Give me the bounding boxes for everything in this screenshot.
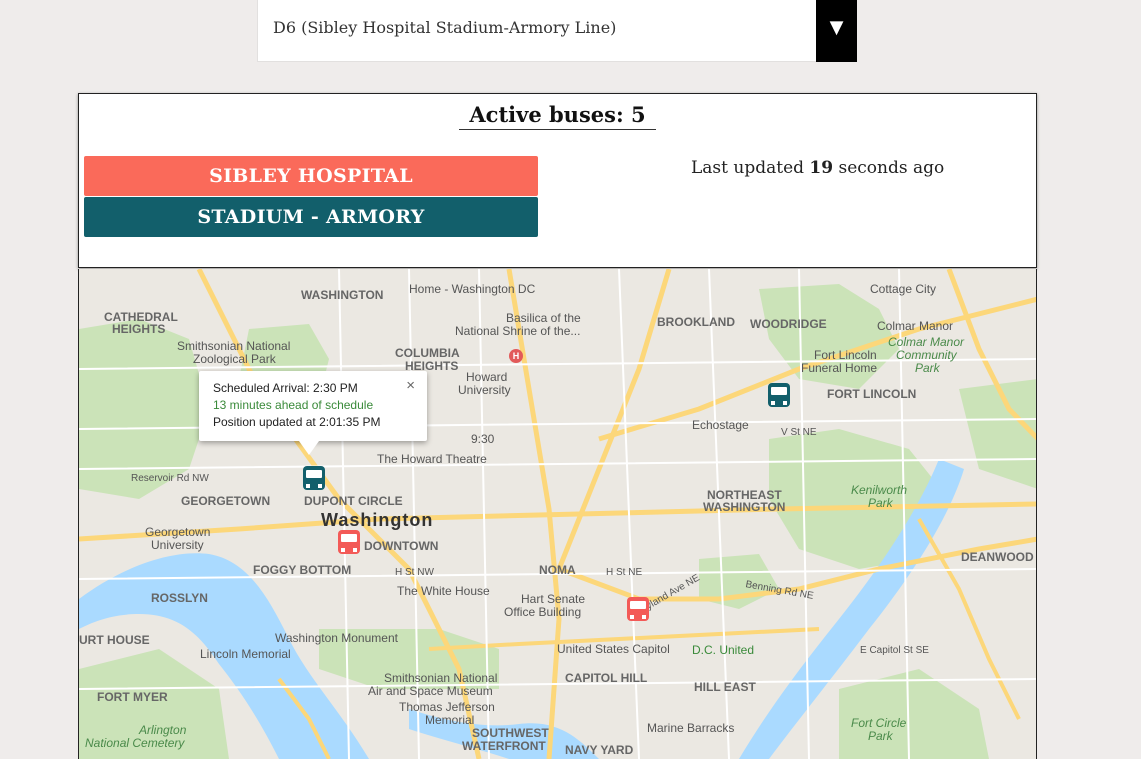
- last-updated-text: Last updated 19 seconds ago: [691, 158, 944, 178]
- map-label-colmar-park-2: Community: [896, 348, 957, 362]
- map-label-hart-senate-2: Office Building: [504, 605, 582, 619]
- popup-position-updated: Position updated at 2:01:35 PM: [213, 415, 381, 429]
- route-map[interactable]: Home - Washington DC WASHINGTON CATHEDRA…: [78, 269, 1037, 759]
- map-label-fort-myer: FORT MYER: [97, 690, 168, 704]
- map-label-basilica-2: National Shrine of the...: [455, 324, 581, 338]
- map-label-air-space-1: Smithsonian National: [384, 671, 498, 685]
- map-label-h-st-ne: H St NE: [606, 567, 643, 578]
- map-label-jefferson-2: Memorial: [425, 713, 475, 727]
- map-label-zoo-1: Smithsonian National: [177, 339, 291, 353]
- map-label-v-st-ne: V St NE: [781, 427, 817, 438]
- map-label-basilica-1: Basilica of the: [506, 311, 581, 325]
- map-label-h-st-nw: H St NW: [395, 567, 434, 578]
- map-label-howard-theatre: The Howard Theatre: [377, 452, 487, 466]
- last-updated-prefix: Last updated: [691, 158, 810, 178]
- map-label-fort-lincoln-2: Funeral Home: [801, 361, 878, 375]
- map-label-southwest-2: WATERFRONT: [462, 739, 546, 753]
- map-label-hart-senate-1: Hart Senate: [521, 592, 586, 606]
- map-label-navy-yard: NAVY YARD: [565, 743, 634, 757]
- map-label-home: Home - Washington DC: [409, 282, 536, 296]
- close-icon[interactable]: ×: [406, 377, 415, 394]
- map-label-white-house: The White House: [397, 584, 490, 598]
- map-label-downtown: DOWNTOWN: [364, 539, 439, 553]
- map-label-northeast-2: WASHINGTON: [703, 500, 786, 514]
- map-label-arlington-1: Arlington: [139, 723, 187, 737]
- bus-info-popup: Scheduled Arrival: 2:30 PM 13 minutes ah…: [199, 371, 427, 455]
- active-buses-count: Active buses: 5: [459, 102, 656, 130]
- map-label-air-space-2: Air and Space Museum: [368, 684, 493, 698]
- map-label-marine-barracks: Marine Barracks: [647, 721, 735, 735]
- map-label-courthouse: URT HOUSE: [79, 633, 150, 647]
- active-buses-heading: Active buses: 5: [79, 102, 1036, 130]
- last-updated-seconds: 19: [809, 158, 834, 178]
- map-label-colmar-park-1: Colmar Manor: [888, 335, 965, 349]
- route-info-panel: Active buses: 5 SIBLEY HOSPITAL STADIUM …: [78, 93, 1037, 268]
- map-label-jefferson-1: Thomas Jefferson: [399, 700, 495, 714]
- popup-scheduled-arrival: Scheduled Arrival: 2:30 PM: [213, 381, 358, 395]
- map-label-columbia: COLUMBIA: [395, 346, 460, 360]
- direction-button-stadium-armory[interactable]: STADIUM - ARMORY: [84, 197, 538, 237]
- map-label-hill-east: HILL EAST: [694, 680, 756, 694]
- bus-marker-sibley-1[interactable]: [338, 530, 360, 554]
- map-label-fort-circle-2: Park: [868, 729, 893, 743]
- map-label-woodridge: WOODRIDGE: [750, 317, 827, 331]
- map-label-kenilworth-1: Kenilworth: [851, 483, 908, 497]
- map-label-fort-circle-1: Fort Circle: [851, 716, 907, 730]
- route-select-value: D6 (Sibley Hospital Stadium-Armory Line): [273, 18, 617, 37]
- map-label-dupont: DUPONT CIRCLE: [304, 494, 403, 508]
- bus-marker-stadium-armory-1[interactable]: [303, 466, 325, 490]
- map-label-foggy-bottom: FOGGY BOTTOM: [253, 563, 352, 577]
- popup-schedule-status: 13 minutes ahead of schedule: [213, 398, 374, 412]
- bus-marker-sibley-2[interactable]: [627, 597, 649, 621]
- map-label-zoo-2: Zoological Park: [193, 352, 276, 366]
- direction-button-sibley-hospital[interactable]: SIBLEY HOSPITAL: [84, 156, 538, 196]
- map-label-rosslyn: ROSSLYN: [151, 591, 208, 605]
- map-label-arlington-2: National Cemetery: [85, 736, 185, 750]
- last-updated-suffix: seconds ago: [833, 158, 945, 178]
- map-label-noma: NOMA: [539, 563, 576, 577]
- map-label-cottage-city: Cottage City: [870, 282, 937, 296]
- map-label-woodley: WASHINGTON: [301, 288, 384, 302]
- dropdown-arrow-icon[interactable]: ▼: [816, 0, 857, 62]
- map-label-colmar-park-3: Park: [915, 361, 940, 375]
- map-label-brookland: BROOKLAND: [657, 315, 735, 329]
- hospital-icon: H: [509, 349, 523, 363]
- map-label-colmar-manor: Colmar Manor: [877, 319, 954, 333]
- map-label-washington: Washington: [321, 510, 434, 530]
- map-label-howard-2: University: [458, 383, 511, 397]
- bus-marker-stadium-armory-2[interactable]: [768, 383, 790, 407]
- map-label-georgetown-u-1: Georgetown: [145, 525, 211, 539]
- map-label-cathedral-heights: HEIGHTS: [112, 322, 166, 336]
- map-label-kenilworth-2: Park: [868, 496, 893, 510]
- map-label-southwest-1: SOUTHWEST: [472, 726, 549, 740]
- map-label-e-capitol: E Capitol St SE: [860, 645, 929, 656]
- map-label-dc-united: D.C. United: [692, 643, 755, 657]
- map-label-reservoir: Reservoir Rd NW: [131, 473, 209, 484]
- map-label-georgetown-u-2: University: [151, 538, 204, 552]
- map-label-930: 9:30: [471, 432, 495, 446]
- map-label-capitol-hill: CAPITOL HILL: [565, 671, 648, 685]
- map-label-fort-lincoln-3: FORT LINCOLN: [827, 387, 917, 401]
- map-label-capitol: United States Capitol: [557, 642, 670, 656]
- map-label-echostage: Echostage: [692, 418, 749, 432]
- map-label-howard-1: Howard: [466, 370, 508, 384]
- map-label-washington-monument: Washington Monument: [275, 631, 398, 645]
- map-label-fort-lincoln-1: Fort Lincoln: [814, 348, 877, 362]
- route-select[interactable]: D6 (Sibley Hospital Stadium-Armory Line)…: [257, 0, 857, 62]
- map-label-georgetown: GEORGETOWN: [181, 494, 271, 508]
- map-label-lincoln-memorial: Lincoln Memorial: [200, 647, 291, 661]
- map-label-deanwood: DEANWOOD: [961, 550, 1034, 564]
